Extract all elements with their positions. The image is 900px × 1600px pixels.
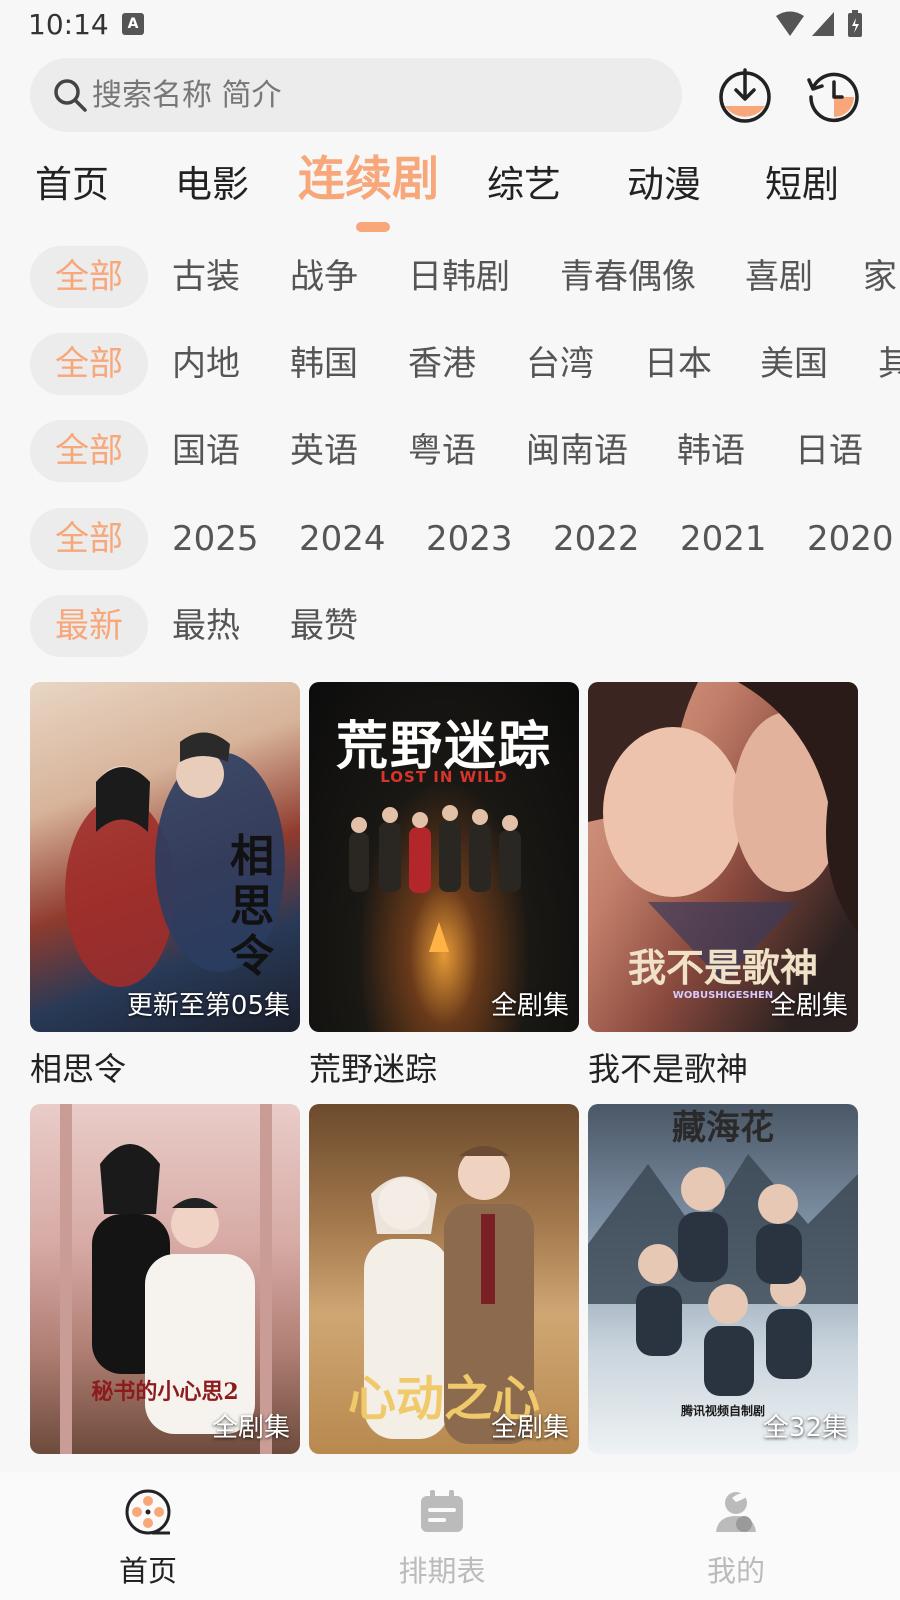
search-input[interactable] xyxy=(92,58,652,132)
search-icon xyxy=(54,79,87,112)
filter-chip[interactable]: 全部 xyxy=(30,246,148,308)
nav-label: 我的 xyxy=(706,1554,765,1588)
bottom-nav: 首页 排期表 我的 xyxy=(0,1472,900,1600)
category-tabs: 首页 电影 连续剧 综艺 动漫 短剧 xyxy=(0,150,900,240)
nav-profile[interactable]: 我的 xyxy=(636,1472,836,1600)
filter-chip[interactable]: 2021 xyxy=(680,508,767,570)
filter-chip[interactable]: 韩语 xyxy=(677,420,745,482)
filter-chip[interactable]: 香港 xyxy=(408,333,476,395)
wifi-icon xyxy=(776,11,804,36)
filter-chip[interactable]: 2025 xyxy=(172,508,259,570)
filter-row-sort: 最新 最热 最赞 xyxy=(0,595,900,661)
filter-chip[interactable]: 全部 xyxy=(30,420,148,482)
history-icon[interactable] xyxy=(805,66,863,124)
sort-chip-newest[interactable]: 最新 xyxy=(30,595,148,657)
episode-badge: 更新至第05集 xyxy=(126,991,290,1021)
poster-image[interactable]: 藏海花 腾讯视频自制剧 全32集 xyxy=(588,1104,858,1454)
filter-chip[interactable]: 内地 xyxy=(172,333,240,395)
status-notification-icon: A xyxy=(122,13,144,35)
poster-title-text: 相思令 xyxy=(230,831,274,982)
app-screen: 10:14 A 搜索名称 简介 首页 电影 连续剧 综艺 动漫 短剧 全部 古装… xyxy=(0,0,900,1600)
tab-home[interactable]: 首页 xyxy=(35,150,109,220)
poster-art xyxy=(349,805,521,952)
drama-card[interactable]: 荒野迷踪 LOST IN WILD 全剧集 荒野迷踪 xyxy=(309,682,579,1090)
drama-card[interactable]: 心动之心 全剧集 xyxy=(309,1104,579,1454)
filter-chip[interactable]: 喜剧 xyxy=(745,246,813,308)
filter-chip[interactable]: 粤语 xyxy=(408,420,476,482)
filter-chip[interactable]: 2022 xyxy=(553,508,640,570)
poster-image[interactable]: 心动之心 全剧集 xyxy=(309,1104,579,1454)
drama-card[interactable]: 藏海花 腾讯视频自制剧 全32集 xyxy=(588,1104,858,1454)
status-bar: 10:14 A xyxy=(0,0,900,48)
tab-anime[interactable]: 动漫 xyxy=(627,150,701,220)
filter-chip[interactable]: 古装 xyxy=(172,246,240,308)
signal-icon xyxy=(812,12,834,36)
calendar-icon xyxy=(421,1490,463,1532)
filter-row-year: 全部 2025 2024 2023 2022 2021 2020 xyxy=(0,508,900,574)
episode-badge: 全32集 xyxy=(762,1413,848,1443)
poster-image[interactable]: 相思令 更新至第05集 xyxy=(30,682,300,1032)
filter-chip[interactable]: 美国 xyxy=(760,333,828,395)
drama-card[interactable]: 相思令 更新至第05集 相思令 xyxy=(30,682,300,1090)
film-reel-icon xyxy=(125,1489,171,1535)
sort-chip-most-liked[interactable]: 最赞 xyxy=(290,595,358,657)
battery-icon xyxy=(848,10,862,37)
filter-chip[interactable]: 全部 xyxy=(30,333,148,395)
sort-chip-hottest[interactable]: 最热 xyxy=(172,595,240,657)
filter-chip[interactable]: 日语 xyxy=(795,420,863,482)
filter-chip[interactable]: 青春偶像 xyxy=(560,246,696,308)
filter-chip[interactable]: 英语 xyxy=(290,420,358,482)
poster-title-text: 秘书的小心思2 xyxy=(91,1379,239,1405)
filter-row-language: 全部 国语 英语 粤语 闽南语 韩语 日语 xyxy=(0,420,900,486)
active-tab-indicator xyxy=(356,222,390,232)
nav-label: 排期表 xyxy=(398,1554,486,1588)
filter-chip[interactable]: 家 xyxy=(863,246,897,308)
card-title[interactable]: 我不是歌神 xyxy=(588,1044,858,1090)
status-time: 10:14 xyxy=(28,8,109,41)
poster-image[interactable]: 荒野迷踪 LOST IN WILD 全剧集 xyxy=(309,682,579,1032)
episode-badge: 全剧集 xyxy=(490,991,569,1021)
filter-chip[interactable]: 2024 xyxy=(299,508,386,570)
filter-chip[interactable]: 2023 xyxy=(426,508,513,570)
filter-chip[interactable]: 韩国 xyxy=(290,333,358,395)
filter-chip[interactable]: 其 xyxy=(878,333,900,395)
filter-row-genre: 全部 古装 战争 日韩剧 青春偶像 喜剧 家 xyxy=(0,246,900,312)
episode-badge: 全剧集 xyxy=(490,1413,569,1443)
nav-label: 首页 xyxy=(118,1554,177,1588)
poster-image[interactable]: 秘书的小心思2 全剧集 xyxy=(30,1104,300,1454)
user-icon xyxy=(716,1492,756,1532)
poster-title-text: 我不是歌神 xyxy=(627,945,818,990)
filter-chip[interactable]: 2020 xyxy=(807,508,894,570)
filter-chip[interactable]: 日韩剧 xyxy=(408,246,510,308)
filter-chip[interactable]: 台湾 xyxy=(526,333,594,395)
card-title[interactable]: 相思令 xyxy=(30,1044,300,1090)
tab-variety[interactable]: 综艺 xyxy=(487,150,561,220)
card-title[interactable]: 荒野迷踪 xyxy=(309,1044,579,1090)
tab-series[interactable]: 连续剧 xyxy=(298,145,439,215)
tab-movies[interactable]: 电影 xyxy=(175,150,249,220)
filter-chip[interactable]: 闽南语 xyxy=(526,420,628,482)
filter-chip[interactable]: 全部 xyxy=(30,508,148,570)
filter-chip[interactable]: 日本 xyxy=(644,333,712,395)
status-icons xyxy=(774,10,870,38)
filter-chip[interactable]: 战争 xyxy=(290,246,358,308)
episode-badge: 全剧集 xyxy=(769,991,848,1021)
drama-card[interactable]: 秘书的小心思2 全剧集 xyxy=(30,1104,300,1454)
filter-row-region: 全部 内地 韩国 香港 台湾 日本 美国 其 xyxy=(0,333,900,399)
episode-badge: 全剧集 xyxy=(211,1413,290,1443)
drama-card[interactable]: 我不是歌神 WOBUSHIGESHEN 全剧集 我不是歌神 xyxy=(588,682,858,1090)
search-bar[interactable] xyxy=(30,58,682,132)
tab-short-drama[interactable]: 短剧 xyxy=(765,150,839,220)
download-icon[interactable] xyxy=(716,66,774,124)
nav-home[interactable]: 首页 xyxy=(48,1472,248,1600)
filter-chip[interactable]: 国语 xyxy=(172,420,240,482)
nav-schedule[interactable]: 排期表 xyxy=(342,1472,542,1600)
poster-image[interactable]: 我不是歌神 WOBUSHIGESHEN 全剧集 xyxy=(588,682,858,1032)
